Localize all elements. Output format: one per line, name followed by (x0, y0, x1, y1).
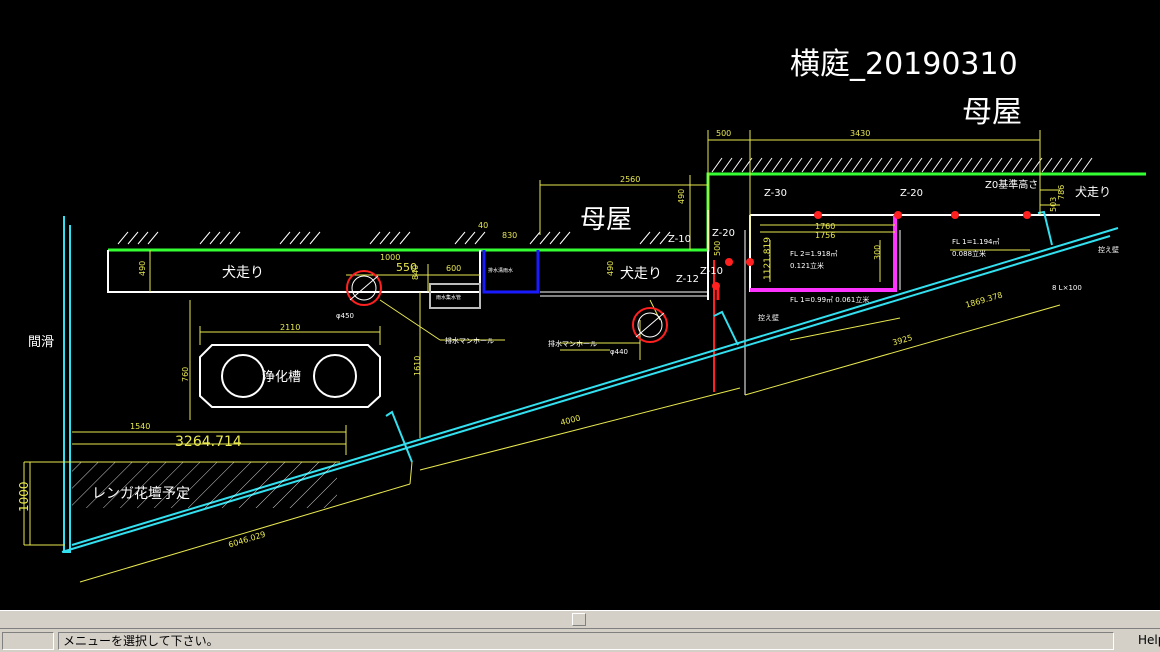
drawing-annotation: 8 L×100 (1052, 284, 1082, 292)
horizontal-scrollbar[interactable] (0, 610, 1160, 628)
drawing-annotation: FL 1=1.194㎥ (952, 237, 1000, 246)
drawing-title: 横庭_20190310 (790, 47, 1018, 82)
drawing-annotation: FL 1=0.99㎥ 0.061立米 (790, 295, 869, 304)
drawing-annotation: FL 2=1.918㎥ (790, 249, 838, 258)
drawing-annotation: 3264.714 (175, 434, 242, 450)
drawing-annotation: 4000 (559, 413, 581, 427)
drawing-annotation: 排水マンホール (548, 339, 597, 348)
drawing-annotation: Z-10 (668, 234, 691, 245)
drawing-annotation: φ440 (610, 348, 628, 356)
manhole-b (632, 307, 668, 343)
drawing-annotation: 1756 (815, 231, 835, 240)
drawing-annotation: 3925 (891, 333, 913, 347)
cad-drawing[interactable]: 横庭_20190310 母屋 犬走り 犬走り 犬走り 母屋 浄化槽 レンガ花壇予… (0, 0, 1160, 610)
help-indicator[interactable]: Help (1118, 632, 1160, 650)
drawing-annotation: 490 (677, 189, 686, 204)
drawing-annotation: Z0基準高さ (985, 178, 1038, 191)
drawing-annotation: 40 (478, 221, 488, 230)
drawing-annotation: 786 (1057, 185, 1066, 200)
drawing-annotation: Z-30 (764, 188, 787, 199)
drawing-annotation: 500 (713, 241, 722, 256)
drawing-annotation: 1610 (413, 356, 422, 376)
dog-run-right-label: 犬走り (1075, 185, 1111, 199)
inner-building-label: 母屋 (580, 205, 632, 235)
drawing-annotation: 1121.819 (763, 237, 773, 280)
drawing-annotation: 3430 (850, 129, 870, 138)
drawing-annotation: 490 (606, 261, 615, 276)
drawing-annotation: Z-20 (712, 228, 735, 239)
drawing-annotation: 830 (502, 231, 517, 240)
drawing-annotation: 500 (716, 129, 731, 138)
drawing-annotation: 雨水集水管 (436, 294, 461, 301)
status-cell-empty (2, 632, 54, 650)
status-bar: メニューを選択して下さい。 Help (0, 628, 1160, 652)
drawing-annotation: φ450 (336, 312, 354, 320)
drawing-annotation: 760 (181, 367, 190, 382)
drawing-annotation: 1869.378 (964, 291, 1003, 310)
brick-bed-label: レンガ花壇予定 (92, 485, 190, 502)
drawing-annotation: 2110 (280, 323, 300, 332)
scrollbar-thumb[interactable] (572, 613, 586, 626)
cad-drawing-canvas[interactable]: 横庭_20190310 母屋 犬走り 犬走り 犬走り 母屋 浄化槽 レンガ花壇予… (0, 0, 1160, 610)
septic-tank-label: 浄化槽 (262, 370, 301, 385)
drawing-annotation: 1540 (130, 422, 150, 431)
boundary-label: 間滑 (28, 335, 54, 350)
dog-run-mid-label: 犬走り (620, 266, 662, 282)
drawing-annotation: 控え壁 (758, 313, 779, 322)
drawing-annotation: 840 (411, 265, 420, 280)
dog-run-left-label: 犬走り (222, 265, 264, 281)
drawing-annotation: 490 (138, 261, 147, 276)
drawing-annotation: 排水溝雨水 (488, 267, 513, 274)
drawing-annotation: 600 (446, 264, 461, 273)
drawing-annotation: 1760 (815, 222, 835, 231)
drawing-annotation: 0.088立米 (952, 249, 986, 258)
status-message: メニューを選択して下さい。 (58, 632, 1114, 650)
drawing-annotation: 1000 (17, 481, 31, 512)
drawing-annotation: 控え壁 (1098, 245, 1119, 254)
drawing-annotation: 0.121立米 (790, 261, 824, 270)
drawing-annotation: 2560 (620, 175, 640, 184)
drawing-annotation: 300 (873, 245, 882, 260)
drawing-annotation: Z-12 (676, 274, 699, 285)
building-label: 母屋 (962, 95, 1022, 130)
drawing-annotation: 排水マンホール (445, 336, 494, 345)
drawing-annotation: Z-10 (700, 266, 723, 277)
drawing-annotation: Z-20 (900, 188, 923, 199)
manhole-a (346, 270, 382, 306)
